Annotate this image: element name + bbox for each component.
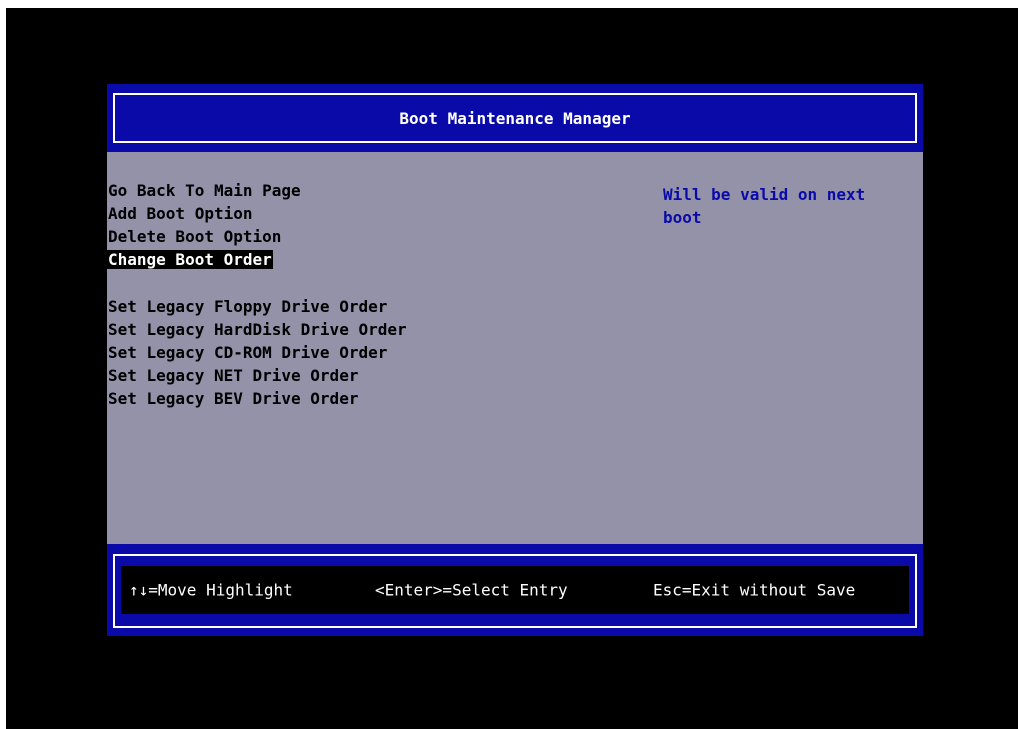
menu-item-change-boot-order[interactable]: Change Boot Order [107, 248, 408, 271]
menu-item-label: Add Boot Option [108, 204, 253, 223]
menu-item-label: Set Legacy BEV Drive Order [108, 389, 359, 408]
title-frame: Boot Maintenance Manager [113, 93, 917, 143]
menu-item-go-back[interactable]: Go Back To Main Page [107, 179, 408, 202]
footer-frame: ↑↓=Move Highlight <Enter>=Select Entry E… [113, 554, 917, 628]
page-title: Boot Maintenance Manager [399, 108, 631, 128]
menu-item-label: Set Legacy HardDisk Drive Order [108, 320, 407, 339]
menu-item-label: Set Legacy NET Drive Order [108, 366, 359, 385]
hint-select-entry: <Enter>=Select Entry [375, 580, 568, 600]
menu-item-legacy-floppy[interactable]: Set Legacy Floppy Drive Order [107, 295, 408, 318]
hint-exit-without-save: Esc=Exit without Save [653, 580, 856, 600]
main-panel: Go Back To Main Page Add Boot Option Del… [107, 152, 923, 544]
help-line-2: boot [663, 208, 702, 227]
menu-item-delete-boot-option[interactable]: Delete Boot Option [107, 225, 408, 248]
menu-item-add-boot-option[interactable]: Add Boot Option [107, 202, 408, 225]
footer-bar: ↑↓=Move Highlight <Enter>=Select Entry E… [107, 544, 923, 636]
key-hints: ↑↓=Move Highlight <Enter>=Select Entry E… [121, 566, 909, 614]
menu-item-label: Go Back To Main Page [108, 181, 301, 200]
bios-screen: Boot Maintenance Manager Go Back To Main… [6, 8, 1018, 729]
help-text: Will be valid on next boot [663, 183, 903, 229]
boot-menu: Go Back To Main Page Add Boot Option Del… [107, 179, 408, 410]
title-bar: Boot Maintenance Manager [107, 84, 923, 152]
help-line-1: Will be valid on next [663, 185, 866, 204]
menu-item-label: Set Legacy CD-ROM Drive Order [108, 343, 388, 362]
menu-item-legacy-net[interactable]: Set Legacy NET Drive Order [107, 364, 408, 387]
menu-item-label: Delete Boot Option [108, 227, 282, 246]
menu-item-legacy-cdrom[interactable]: Set Legacy CD-ROM Drive Order [107, 341, 408, 364]
hint-move-highlight: ↑↓=Move Highlight [129, 580, 293, 600]
menu-item-legacy-bev[interactable]: Set Legacy BEV Drive Order [107, 387, 408, 410]
menu-item-legacy-harddisk[interactable]: Set Legacy HardDisk Drive Order [107, 318, 408, 341]
menu-item-label: Change Boot Order [107, 250, 273, 269]
menu-item-label: Set Legacy Floppy Drive Order [108, 297, 388, 316]
menu-spacer [107, 271, 408, 295]
